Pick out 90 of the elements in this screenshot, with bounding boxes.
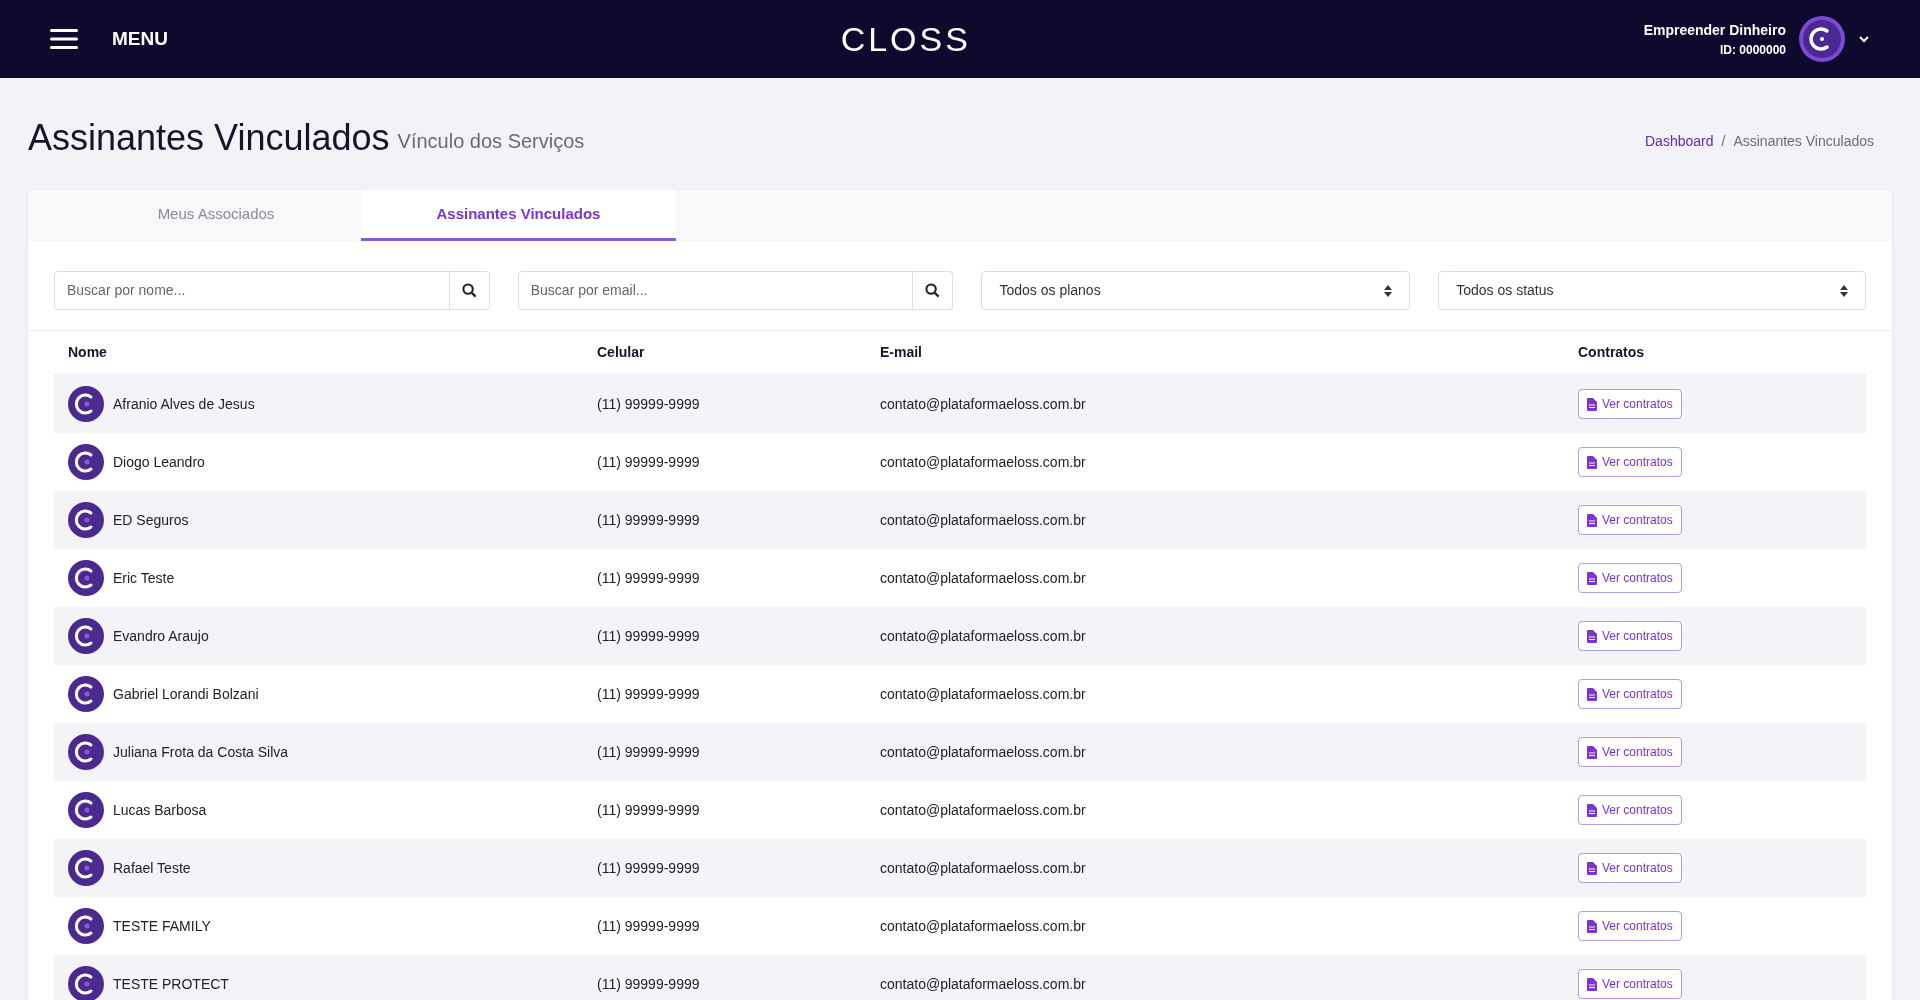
email-cell: contato@plataformaeloss.com.br bbox=[880, 395, 1086, 412]
avatar-icon bbox=[68, 502, 104, 538]
email-cell: contato@plataformaeloss.com.br bbox=[880, 569, 1086, 586]
document-icon bbox=[1587, 745, 1597, 759]
email-cell: contato@plataformaeloss.com.br bbox=[880, 801, 1086, 818]
logo: CLOSS bbox=[840, 18, 971, 60]
view-contracts-button[interactable]: Ver contratos bbox=[1578, 969, 1682, 999]
name-cell-text: Lucas Barbosa bbox=[113, 800, 207, 820]
name-cell-text: TESTE FAMILY bbox=[113, 916, 211, 936]
view-contracts-button[interactable]: Ver contratos bbox=[1578, 679, 1682, 709]
document-icon bbox=[1587, 397, 1597, 411]
view-contracts-button[interactable]: Ver contratos bbox=[1578, 389, 1682, 419]
chevron-down-icon[interactable] bbox=[1858, 35, 1870, 43]
document-icon bbox=[1587, 919, 1597, 933]
email-search-field[interactable]: Buscar por email... bbox=[517, 271, 914, 310]
name-cell-text: Diogo Leandro bbox=[113, 452, 205, 472]
document-icon bbox=[1587, 571, 1597, 585]
email-cell: contato@plataformaeloss.com.br bbox=[880, 859, 1086, 876]
sort-arrows-icon bbox=[1840, 284, 1848, 297]
page-subtitle: Vínculo dos Serviços bbox=[397, 129, 585, 154]
avatar-icon bbox=[68, 444, 104, 480]
view-contracts-button[interactable]: Ver contratos bbox=[1578, 737, 1682, 767]
name-cell-text: Gabriel Lorandi Bolzani bbox=[113, 684, 259, 704]
user-name: Empreender Dinheiro bbox=[1643, 20, 1786, 40]
plan-select[interactable]: Todos os planos bbox=[981, 271, 1411, 310]
search-icon[interactable] bbox=[461, 283, 477, 298]
document-icon bbox=[1587, 629, 1597, 643]
phone-cell: (11) 99999-9999 bbox=[597, 975, 700, 992]
name-cell-text: Eric Teste bbox=[113, 568, 175, 588]
view-contracts-button[interactable]: Ver contratos bbox=[1578, 505, 1682, 535]
menu-icon[interactable] bbox=[50, 28, 78, 50]
email-cell: contato@plataformaeloss.com.br bbox=[880, 511, 1086, 528]
status-select[interactable]: Todos os status bbox=[1438, 271, 1866, 310]
search-icon[interactable] bbox=[925, 283, 941, 298]
phone-cell: (11) 99999-9999 bbox=[597, 685, 700, 702]
avatar-icon bbox=[68, 792, 104, 828]
phone-cell: (11) 99999-9999 bbox=[597, 569, 700, 586]
user-id: ID: 0000000 bbox=[1719, 41, 1786, 59]
name-cell-text: ED Seguros bbox=[113, 510, 189, 530]
avatar-icon bbox=[68, 734, 104, 770]
email-cell: contato@plataformaeloss.com.br bbox=[880, 917, 1086, 934]
avatar-icon bbox=[68, 386, 104, 422]
breadcrumb-text: Assinantes Vinculados bbox=[1733, 132, 1874, 151]
breadcrumb-link[interactable]: Dashboard bbox=[1645, 131, 1714, 152]
email-cell: contato@plataformaeloss.com.br bbox=[880, 627, 1086, 644]
phone-cell: (11) 99999-9999 bbox=[597, 859, 700, 876]
avatar-icon bbox=[68, 618, 104, 654]
phone-cell: (11) 99999-9999 bbox=[597, 801, 700, 818]
email-cell: contato@plataformaeloss.com.br bbox=[880, 975, 1086, 992]
menu-label[interactable]: MENU bbox=[112, 24, 168, 54]
phone-cell: (11) 99999-9999 bbox=[597, 743, 700, 760]
email-cell: contato@plataformaeloss.com.br bbox=[880, 453, 1086, 470]
view-contracts-button[interactable]: Ver contratos bbox=[1578, 795, 1682, 825]
name-cell-text: TESTE PROTECT bbox=[113, 974, 229, 994]
name-cell-text: Juliana Frota da Costa Silva bbox=[113, 742, 289, 762]
name-cell-text: Evandro Araujo bbox=[113, 626, 209, 646]
column-header: E-mail bbox=[880, 343, 923, 362]
email-cell: contato@plataformaeloss.com.br bbox=[880, 743, 1086, 760]
phone-cell: (11) 99999-9999 bbox=[597, 395, 700, 412]
view-contracts-button[interactable]: Ver contratos bbox=[1578, 853, 1682, 883]
phone-cell: (11) 99999-9999 bbox=[597, 511, 700, 528]
phone-cell: (11) 99999-9999 bbox=[597, 453, 700, 470]
name-cell-text: Afranio Alves de Jesus bbox=[113, 394, 255, 414]
sort-arrows-icon bbox=[1384, 284, 1393, 297]
phone-cell: (11) 99999-9999 bbox=[597, 917, 700, 934]
phone-cell: (11) 99999-9999 bbox=[597, 627, 700, 644]
column-header: Celular bbox=[597, 343, 646, 362]
avatar-icon[interactable] bbox=[1798, 15, 1846, 63]
document-icon bbox=[1587, 513, 1597, 527]
avatar-icon bbox=[68, 850, 104, 886]
column-header: Nome bbox=[67, 343, 108, 362]
avatar-icon bbox=[68, 560, 104, 596]
view-contracts-button[interactable]: Ver contratos bbox=[1578, 447, 1682, 477]
page-title: Assinantes Vinculados bbox=[28, 120, 390, 156]
view-contracts-button[interactable]: Ver contratos bbox=[1578, 911, 1682, 941]
document-icon bbox=[1587, 861, 1597, 875]
avatar-icon bbox=[68, 908, 104, 944]
view-contracts-button[interactable]: Ver contratos bbox=[1578, 563, 1682, 593]
document-icon bbox=[1587, 687, 1597, 701]
document-icon bbox=[1587, 803, 1597, 817]
view-contracts-button[interactable]: Ver contratos bbox=[1578, 621, 1682, 651]
document-icon bbox=[1587, 977, 1597, 991]
name-search-field[interactable]: Buscar por nome... bbox=[54, 271, 450, 310]
email-cell: contato@plataformaeloss.com.br bbox=[880, 685, 1086, 702]
column-header: Contratos bbox=[1578, 343, 1646, 362]
document-icon bbox=[1587, 455, 1597, 469]
tab[interactable]: Assinantes Vinculados bbox=[361, 190, 676, 241]
name-cell-text: Rafael Teste bbox=[113, 858, 191, 878]
avatar-icon bbox=[68, 676, 104, 712]
breadcrumb-text: / bbox=[1721, 132, 1726, 151]
